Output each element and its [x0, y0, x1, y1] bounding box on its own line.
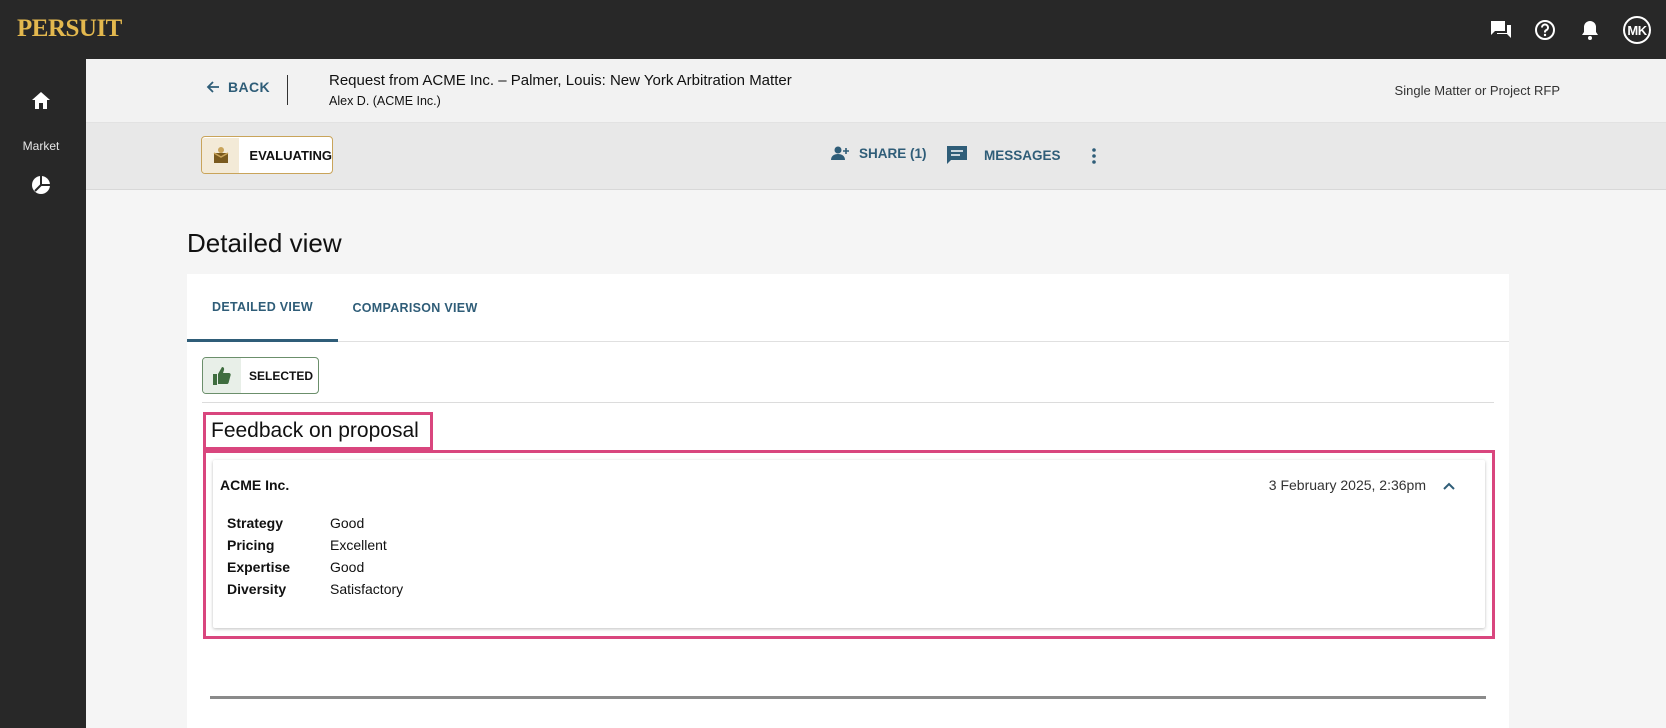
- rating-criterion: Strategy: [227, 515, 284, 531]
- feedback-heading: Feedback on proposal: [203, 412, 433, 450]
- request-client: Alex D. (ACME Inc.): [329, 94, 441, 108]
- rating-value: Good: [330, 559, 365, 575]
- rating-criterion: Diversity: [227, 581, 287, 597]
- divider: [202, 402, 1494, 403]
- header-divider: [287, 75, 288, 105]
- persuit-logo[interactable]: PERSUIT: [17, 15, 122, 43]
- market-chart-icon[interactable]: [29, 173, 53, 197]
- section-divider: [210, 696, 1486, 699]
- rating-row: Strategy Good: [227, 515, 364, 531]
- request-header: BACK Request from ACME Inc. – Palmer, Lo…: [86, 59, 1666, 123]
- back-label: BACK: [228, 79, 271, 95]
- more-options-icon[interactable]: [1084, 145, 1104, 167]
- feedback-panel: ACME Inc. 3 February 2025, 2:36pm Strate…: [203, 450, 1495, 639]
- arrow-left-icon: [206, 81, 219, 93]
- chat-icon[interactable]: [1489, 18, 1513, 42]
- messages-button[interactable]: MESSAGES: [946, 145, 1061, 165]
- rating-value: Satisfactory: [330, 581, 404, 597]
- help-icon[interactable]: [1533, 18, 1557, 42]
- messages-icon: [947, 146, 967, 164]
- rfp-type-label: Single Matter or Project RFP: [1394, 83, 1560, 98]
- rating-row: Diversity Satisfactory: [227, 581, 403, 597]
- view-tabs: DETAILED VIEW COMPARISON VIEW: [187, 274, 1509, 342]
- sidebar: Market: [0, 59, 86, 728]
- action-bar: EVALUATING SHARE (1) MESSAGES: [86, 123, 1666, 190]
- request-title: Request from ACME Inc. – Palmer, Louis: …: [329, 72, 792, 89]
- messages-label: MESSAGES: [984, 147, 1061, 163]
- home-icon[interactable]: [29, 89, 53, 113]
- thumbs-up-icon: [203, 358, 241, 393]
- top-bar: PERSUIT MK: [0, 0, 1666, 59]
- rating-value: Excellent: [330, 537, 387, 553]
- feedback-company: ACME Inc.: [220, 477, 290, 493]
- share-label: SHARE (1): [859, 145, 927, 161]
- back-button[interactable]: BACK: [206, 79, 270, 95]
- add-person-icon: [831, 146, 849, 160]
- bell-icon[interactable]: [1578, 18, 1602, 42]
- feedback-entry: ACME Inc. 3 February 2025, 2:36pm Strate…: [213, 460, 1485, 628]
- rating-value: Good: [330, 515, 365, 531]
- selected-label: SELECTED: [249, 368, 314, 383]
- selected-badge[interactable]: SELECTED: [202, 357, 319, 394]
- evaluating-icon: [202, 137, 240, 173]
- rating-criterion: Expertise: [227, 559, 291, 575]
- avatar[interactable]: MK: [1623, 16, 1651, 44]
- page-title: Detailed view: [187, 228, 342, 258]
- tab-comparison-view[interactable]: COMPARISON VIEW: [338, 274, 492, 342]
- status-label: EVALUATING: [249, 147, 332, 163]
- status-badge[interactable]: EVALUATING: [201, 136, 333, 174]
- rating-row: Pricing Excellent: [227, 537, 387, 553]
- rating-criterion: Pricing: [227, 537, 275, 553]
- proposal-card: DETAILED VIEW COMPARISON VIEW SELECTED F…: [187, 274, 1509, 728]
- rating-row: Expertise Good: [227, 559, 364, 575]
- chevron-up-icon[interactable]: [1442, 479, 1456, 493]
- share-button[interactable]: SHARE (1): [830, 145, 927, 161]
- tab-detailed-view[interactable]: DETAILED VIEW: [187, 274, 338, 342]
- feedback-date: 3 February 2025, 2:36pm: [1268, 477, 1426, 493]
- sidebar-item-market-label[interactable]: Market: [0, 139, 82, 153]
